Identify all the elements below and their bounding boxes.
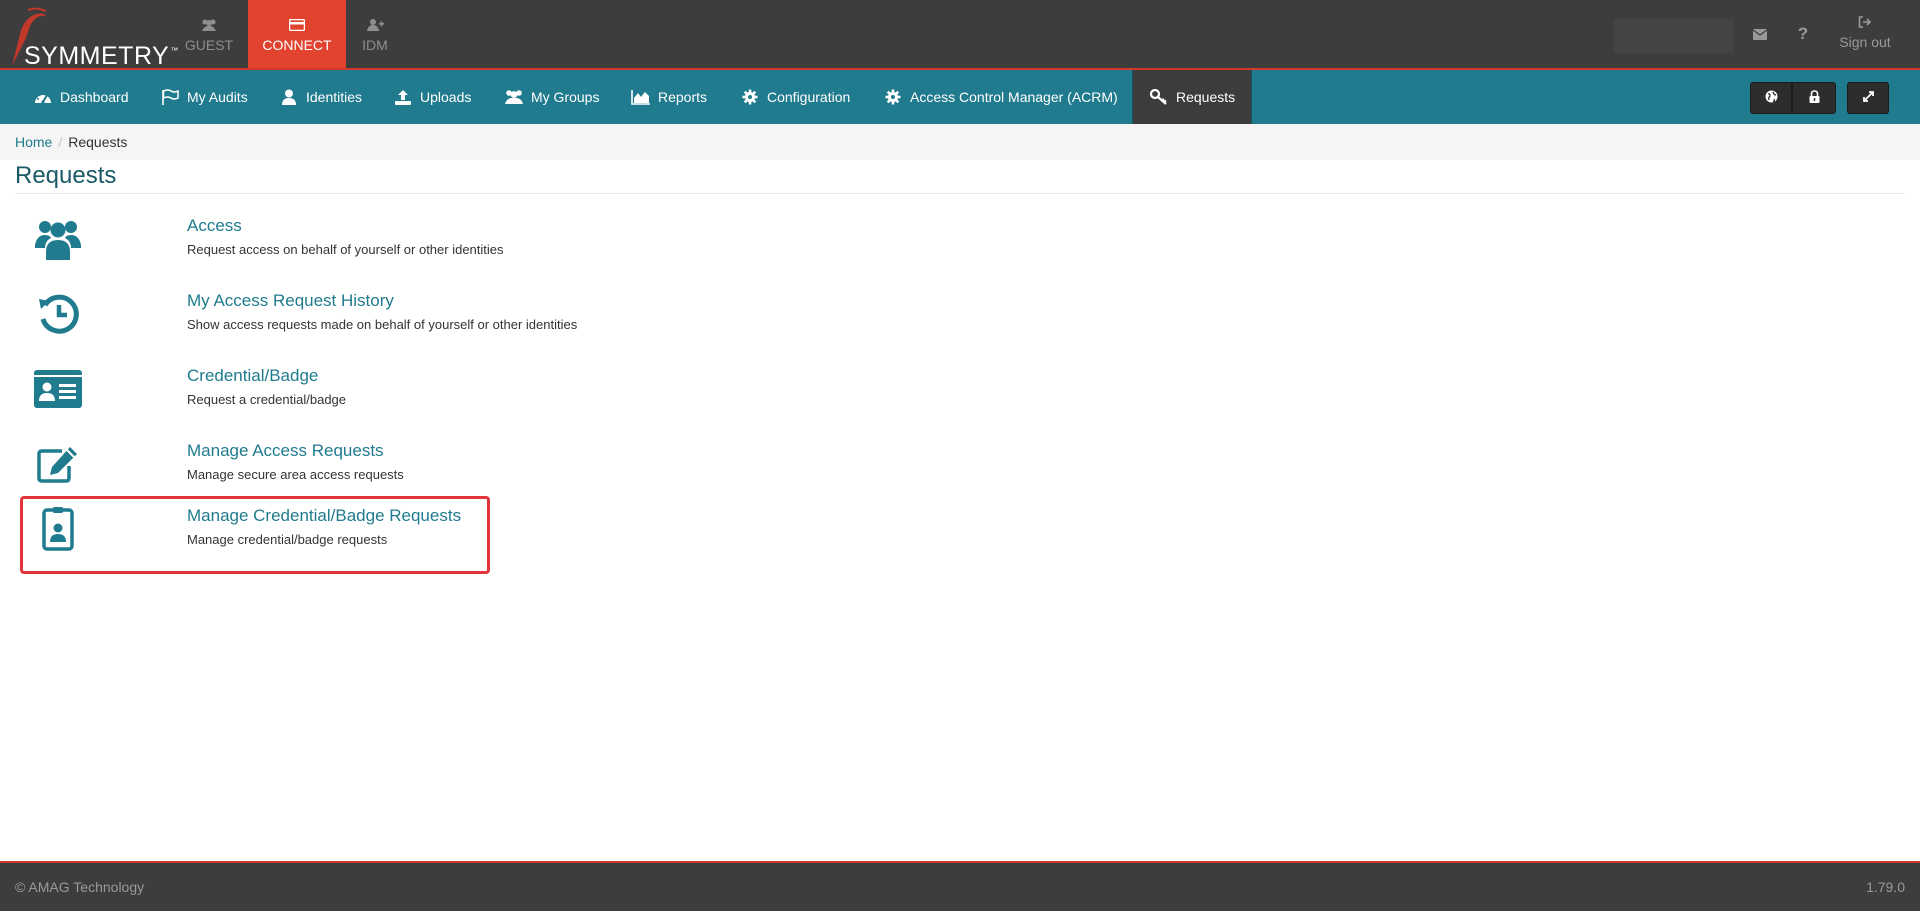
nav-label: Identities (306, 89, 363, 105)
main-navbar: Dashboard My Audits Identities Uploads M… (0, 70, 1920, 124)
history-icon (30, 289, 86, 339)
top-header: SYMMETRY™ GUEST CONNECT IDM ? Sign out (0, 0, 1920, 70)
fullscreen-button[interactable] (1847, 82, 1889, 114)
nav-reports[interactable]: Reports (630, 70, 707, 124)
envelope-icon[interactable] (1750, 24, 1770, 44)
sign-out-label: Sign out (1839, 34, 1891, 50)
nav-label: Uploads (420, 89, 472, 105)
symmetry-logo[interactable]: SYMMETRY™ (6, 4, 178, 70)
nav-label: My Groups (531, 89, 600, 105)
app-tab-label: IDM (362, 37, 388, 53)
gear-icon (882, 88, 904, 106)
card-icon (289, 17, 305, 33)
user-icon (278, 88, 300, 106)
area-chart-icon (630, 88, 652, 106)
dashboard-icon (32, 88, 54, 106)
nav-identities[interactable]: Identities (278, 70, 362, 124)
footer-copyright: © AMAG Technology (15, 879, 145, 895)
request-item-description: Request a credential/badge (187, 392, 347, 407)
user-plus-icon (366, 17, 384, 33)
app-tab-connect[interactable]: CONNECT (248, 0, 346, 68)
request-item-description: Show access requests made on behalf of y… (187, 317, 578, 332)
nav-dashboard[interactable]: Dashboard (32, 70, 129, 124)
app-tab-idm[interactable]: IDM (350, 0, 400, 68)
gear-icon (739, 88, 761, 106)
users-icon (200, 17, 218, 33)
breadcrumb-home[interactable]: Home (15, 134, 52, 150)
request-item-title[interactable]: Credential/Badge (187, 366, 318, 386)
user-name-box[interactable] (1614, 19, 1734, 53)
lock-icon (1809, 90, 1820, 106)
request-item-description: Request access on behalf of yourself or … (187, 242, 504, 257)
nav-label: Dashboard (60, 89, 129, 105)
nav-configuration[interactable]: Configuration (739, 70, 850, 124)
request-item-credential-badge[interactable]: Credential/Badge Request a credential/ba… (20, 356, 490, 434)
logo-text: SYMMETRY (24, 42, 170, 70)
nav-label: Access Control Manager (ACRM) (910, 89, 1118, 105)
request-item-description: Manage secure area access requests (187, 467, 404, 482)
lock-button[interactable] (1792, 82, 1836, 114)
language-button[interactable] (1750, 82, 1792, 114)
flag-icon (159, 88, 181, 106)
nav-my-audits[interactable]: My Audits (159, 70, 248, 124)
edit-icon (30, 439, 86, 489)
footer-version: 1.79.0 (1866, 879, 1905, 895)
nav-uploads[interactable]: Uploads (392, 70, 471, 124)
users-icon (30, 214, 86, 264)
users-icon (503, 88, 525, 106)
expand-icon (1862, 90, 1875, 106)
nav-acrm[interactable]: Access Control Manager (ACRM) (882, 70, 1118, 124)
request-item-history[interactable]: My Access Request History Show access re… (20, 281, 577, 359)
nav-requests[interactable]: Requests (1132, 70, 1252, 124)
breadcrumb-separator: / (58, 134, 63, 150)
nav-my-groups[interactable]: My Groups (503, 70, 599, 124)
request-item-title[interactable]: My Access Request History (187, 291, 394, 311)
id-card-icon (30, 364, 86, 414)
request-item-title[interactable]: Manage Credential/Badge Requests (187, 506, 461, 526)
request-item-description: Manage credential/badge requests (187, 532, 388, 547)
nav-label: Requests (1176, 89, 1236, 105)
footer: © AMAG Technology 1.79.0 (0, 861, 1920, 911)
app-tab-label: CONNECT (262, 37, 332, 53)
nav-label: Configuration (767, 89, 851, 105)
request-item-title[interactable]: Manage Access Requests (187, 441, 384, 461)
globe-icon (1765, 90, 1778, 106)
breadcrumb: Home / Requests (0, 124, 1920, 160)
request-item-access[interactable]: Access Request access on behalf of yours… (20, 206, 504, 284)
help-icon[interactable]: ? (1793, 24, 1813, 44)
app-tab-guest[interactable]: GUEST (178, 0, 240, 68)
id-badge-icon (30, 504, 86, 554)
request-item-manage-credential-badge[interactable]: Manage Credential/Badge Requests Manage … (20, 496, 490, 574)
sign-out-button[interactable]: Sign out (1830, 14, 1900, 56)
request-item-title[interactable]: Access (187, 216, 242, 236)
nav-label: Reports (658, 89, 708, 105)
upload-icon (392, 88, 414, 106)
breadcrumb-current: Requests (68, 134, 128, 150)
page-title: Requests (15, 162, 1905, 194)
nav-label: My Audits (187, 89, 248, 105)
sign-out-icon (1858, 14, 1872, 30)
app-tab-label: GUEST (184, 37, 234, 53)
key-icon (1148, 88, 1170, 106)
